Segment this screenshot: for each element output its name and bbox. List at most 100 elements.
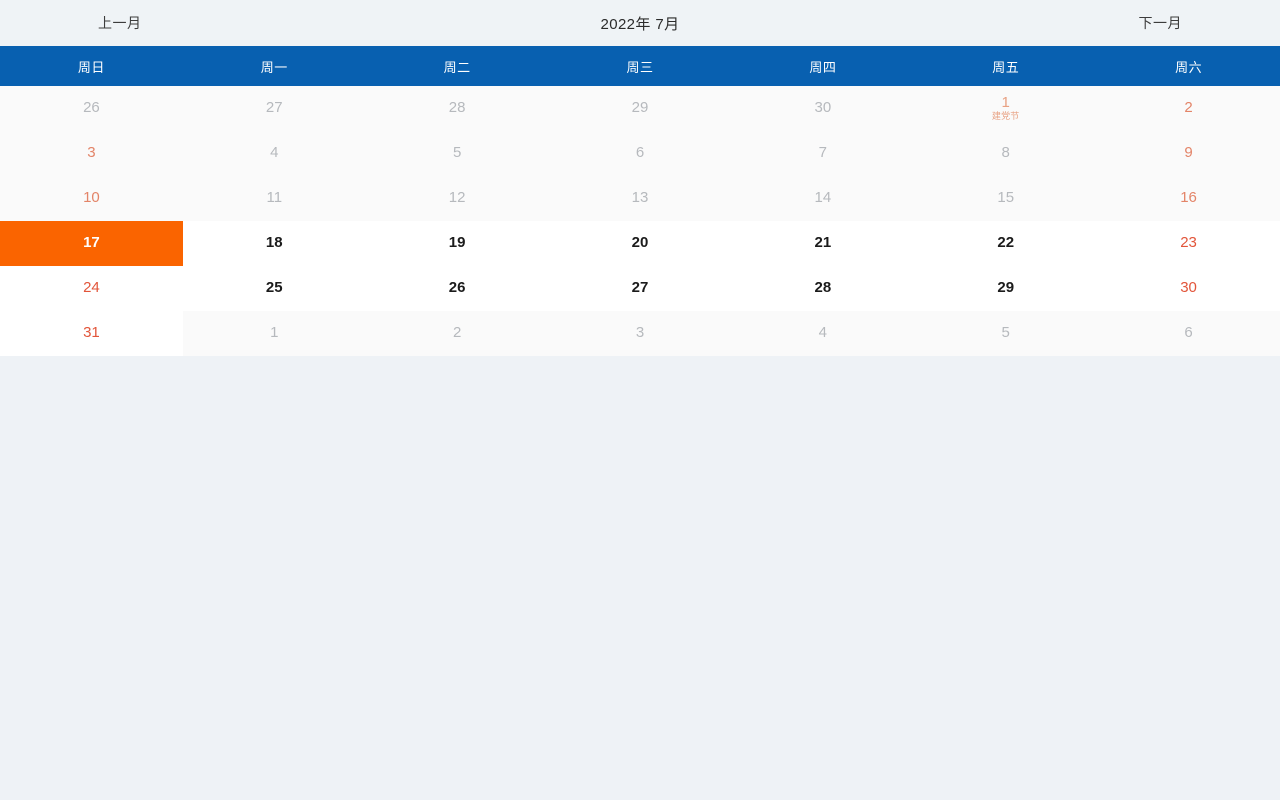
day-cell[interactable]: 28 <box>365 86 549 131</box>
week-row: 17 18 19 20 21 22 23 <box>0 221 1280 266</box>
day-cell[interactable]: 3 <box>548 311 732 356</box>
day-number: 27 <box>631 279 649 297</box>
day-cell[interactable]: 18 <box>182 221 366 266</box>
day-cell[interactable]: 20 <box>548 221 732 266</box>
day-number: 29 <box>631 99 649 117</box>
day-cell[interactable]: 24 <box>0 266 183 311</box>
prev-month-button[interactable]: 上一月 <box>0 13 240 33</box>
day-number: 25 <box>265 279 283 297</box>
day-number: 26 <box>83 99 100 117</box>
week-row: 26 27 28 29 30 1 建党节 2 <box>0 86 1280 131</box>
weekday-header-row: 周日 周一 周二 周三 周四 周五 周六 <box>0 46 1280 86</box>
weekday-header-cell-3: 周三 <box>626 59 654 75</box>
day-number: 31 <box>83 324 100 342</box>
day-number: 1 <box>270 324 279 342</box>
day-number: 30 <box>814 99 832 117</box>
day-cell[interactable]: 30 <box>731 86 915 131</box>
day-cell[interactable]: 1 建党节 <box>914 86 1098 131</box>
day-number: 7 <box>818 144 828 162</box>
day-number: 27 <box>265 99 283 117</box>
day-cell[interactable]: 5 <box>914 311 1098 356</box>
day-cell[interactable]: 25 <box>182 266 366 311</box>
week-row: 31 1 2 3 4 5 6 <box>0 311 1280 356</box>
day-cell[interactable]: 26 <box>365 266 549 311</box>
day-number: 17 <box>83 234 100 252</box>
day-cell[interactable]: 12 <box>365 176 549 221</box>
day-cell[interactable]: 31 <box>0 311 183 356</box>
day-number: 22 <box>997 234 1015 252</box>
day-number: 23 <box>1180 234 1197 252</box>
day-cell[interactable]: 22 <box>914 221 1098 266</box>
day-number: 20 <box>631 234 649 252</box>
day-cell[interactable]: 2 <box>365 311 549 356</box>
day-cell[interactable]: 23 <box>1097 221 1280 266</box>
day-number: 28 <box>814 279 832 297</box>
weekday-header-cell-4: 周四 <box>809 59 837 75</box>
weekday-header-cell-5: 周五 <box>992 59 1020 75</box>
day-cell[interactable]: 27 <box>182 86 366 131</box>
day-number: 3 <box>87 144 96 162</box>
day-number: 2 <box>452 324 462 342</box>
weekday-header-cell-1: 周一 <box>260 59 288 75</box>
day-cell[interactable]: 16 <box>1097 176 1280 221</box>
day-number: 1 <box>1001 93 1010 111</box>
day-cell[interactable]: 27 <box>548 266 732 311</box>
day-number: 15 <box>997 189 1015 207</box>
day-cell[interactable]: 21 <box>731 221 915 266</box>
day-number: 6 <box>635 144 645 162</box>
day-number: 4 <box>818 324 828 342</box>
page-background <box>0 356 1280 800</box>
day-number: 5 <box>452 144 462 162</box>
day-cell[interactable]: 14 <box>731 176 915 221</box>
day-cell[interactable]: 29 <box>548 86 732 131</box>
day-number: 18 <box>265 234 283 252</box>
day-number: 6 <box>1184 324 1193 342</box>
day-number: 30 <box>1180 279 1197 297</box>
day-cell[interactable]: 26 <box>0 86 183 131</box>
calendar-widget: 上一月 2022年 7月 下一月 周日 周一 周二 周三 周四 周五 周六 26 27 28 29… <box>0 0 1280 356</box>
day-cell[interactable]: 7 <box>731 131 915 176</box>
prev-month-label: 上一月 <box>98 15 142 31</box>
day-number: 8 <box>1001 144 1010 162</box>
day-number: 28 <box>448 99 466 117</box>
day-cell[interactable]: 9 <box>1097 131 1280 176</box>
day-number: 9 <box>1184 144 1193 162</box>
calendar-toolbar: 上一月 2022年 7月 下一月 <box>0 0 1280 46</box>
week-row: 3 4 5 6 7 8 9 <box>0 131 1280 176</box>
day-number: 13 <box>631 189 649 207</box>
day-number: 11 <box>266 189 283 207</box>
day-cell[interactable]: 6 <box>548 131 732 176</box>
weekday-header-cell-0: 周日 <box>77 59 105 75</box>
day-cell[interactable]: 6 <box>1097 311 1280 356</box>
day-cell[interactable]: 5 <box>365 131 549 176</box>
day-cell[interactable]: 3 <box>0 131 183 176</box>
day-cell[interactable]: 17 <box>0 221 183 266</box>
day-number: 19 <box>448 234 466 252</box>
day-cell[interactable]: 8 <box>914 131 1098 176</box>
holiday-label: 建党节 <box>991 111 1020 122</box>
day-number: 24 <box>83 279 100 297</box>
day-cell[interactable]: 15 <box>914 176 1098 221</box>
day-cell[interactable]: 29 <box>914 266 1098 311</box>
day-number: 10 <box>83 189 100 207</box>
calendar-title: 2022年 7月 <box>600 15 680 33</box>
day-cell[interactable]: 19 <box>365 221 549 266</box>
day-cell[interactable]: 13 <box>548 176 732 221</box>
day-cell[interactable]: 4 <box>731 311 915 356</box>
day-number: 4 <box>270 144 279 162</box>
weekday-header-cell-6: 周六 <box>1175 59 1203 75</box>
day-number: 26 <box>448 279 466 297</box>
day-cell[interactable]: 2 <box>1097 86 1280 131</box>
day-cell[interactable]: 1 <box>182 311 366 356</box>
next-month-button[interactable]: 下一月 <box>1040 13 1280 33</box>
day-cell[interactable]: 30 <box>1097 266 1280 311</box>
day-cell[interactable]: 10 <box>0 176 183 221</box>
day-number: 3 <box>635 324 645 342</box>
day-cell[interactable]: 11 <box>182 176 366 221</box>
day-cell[interactable]: 28 <box>731 266 915 311</box>
week-row: 24 25 26 27 28 29 30 <box>0 266 1280 311</box>
weekday-header-cell-2: 周二 <box>443 59 471 75</box>
day-number: 12 <box>448 189 466 207</box>
week-row: 10 11 12 13 14 15 16 <box>0 176 1280 221</box>
day-cell[interactable]: 4 <box>182 131 366 176</box>
